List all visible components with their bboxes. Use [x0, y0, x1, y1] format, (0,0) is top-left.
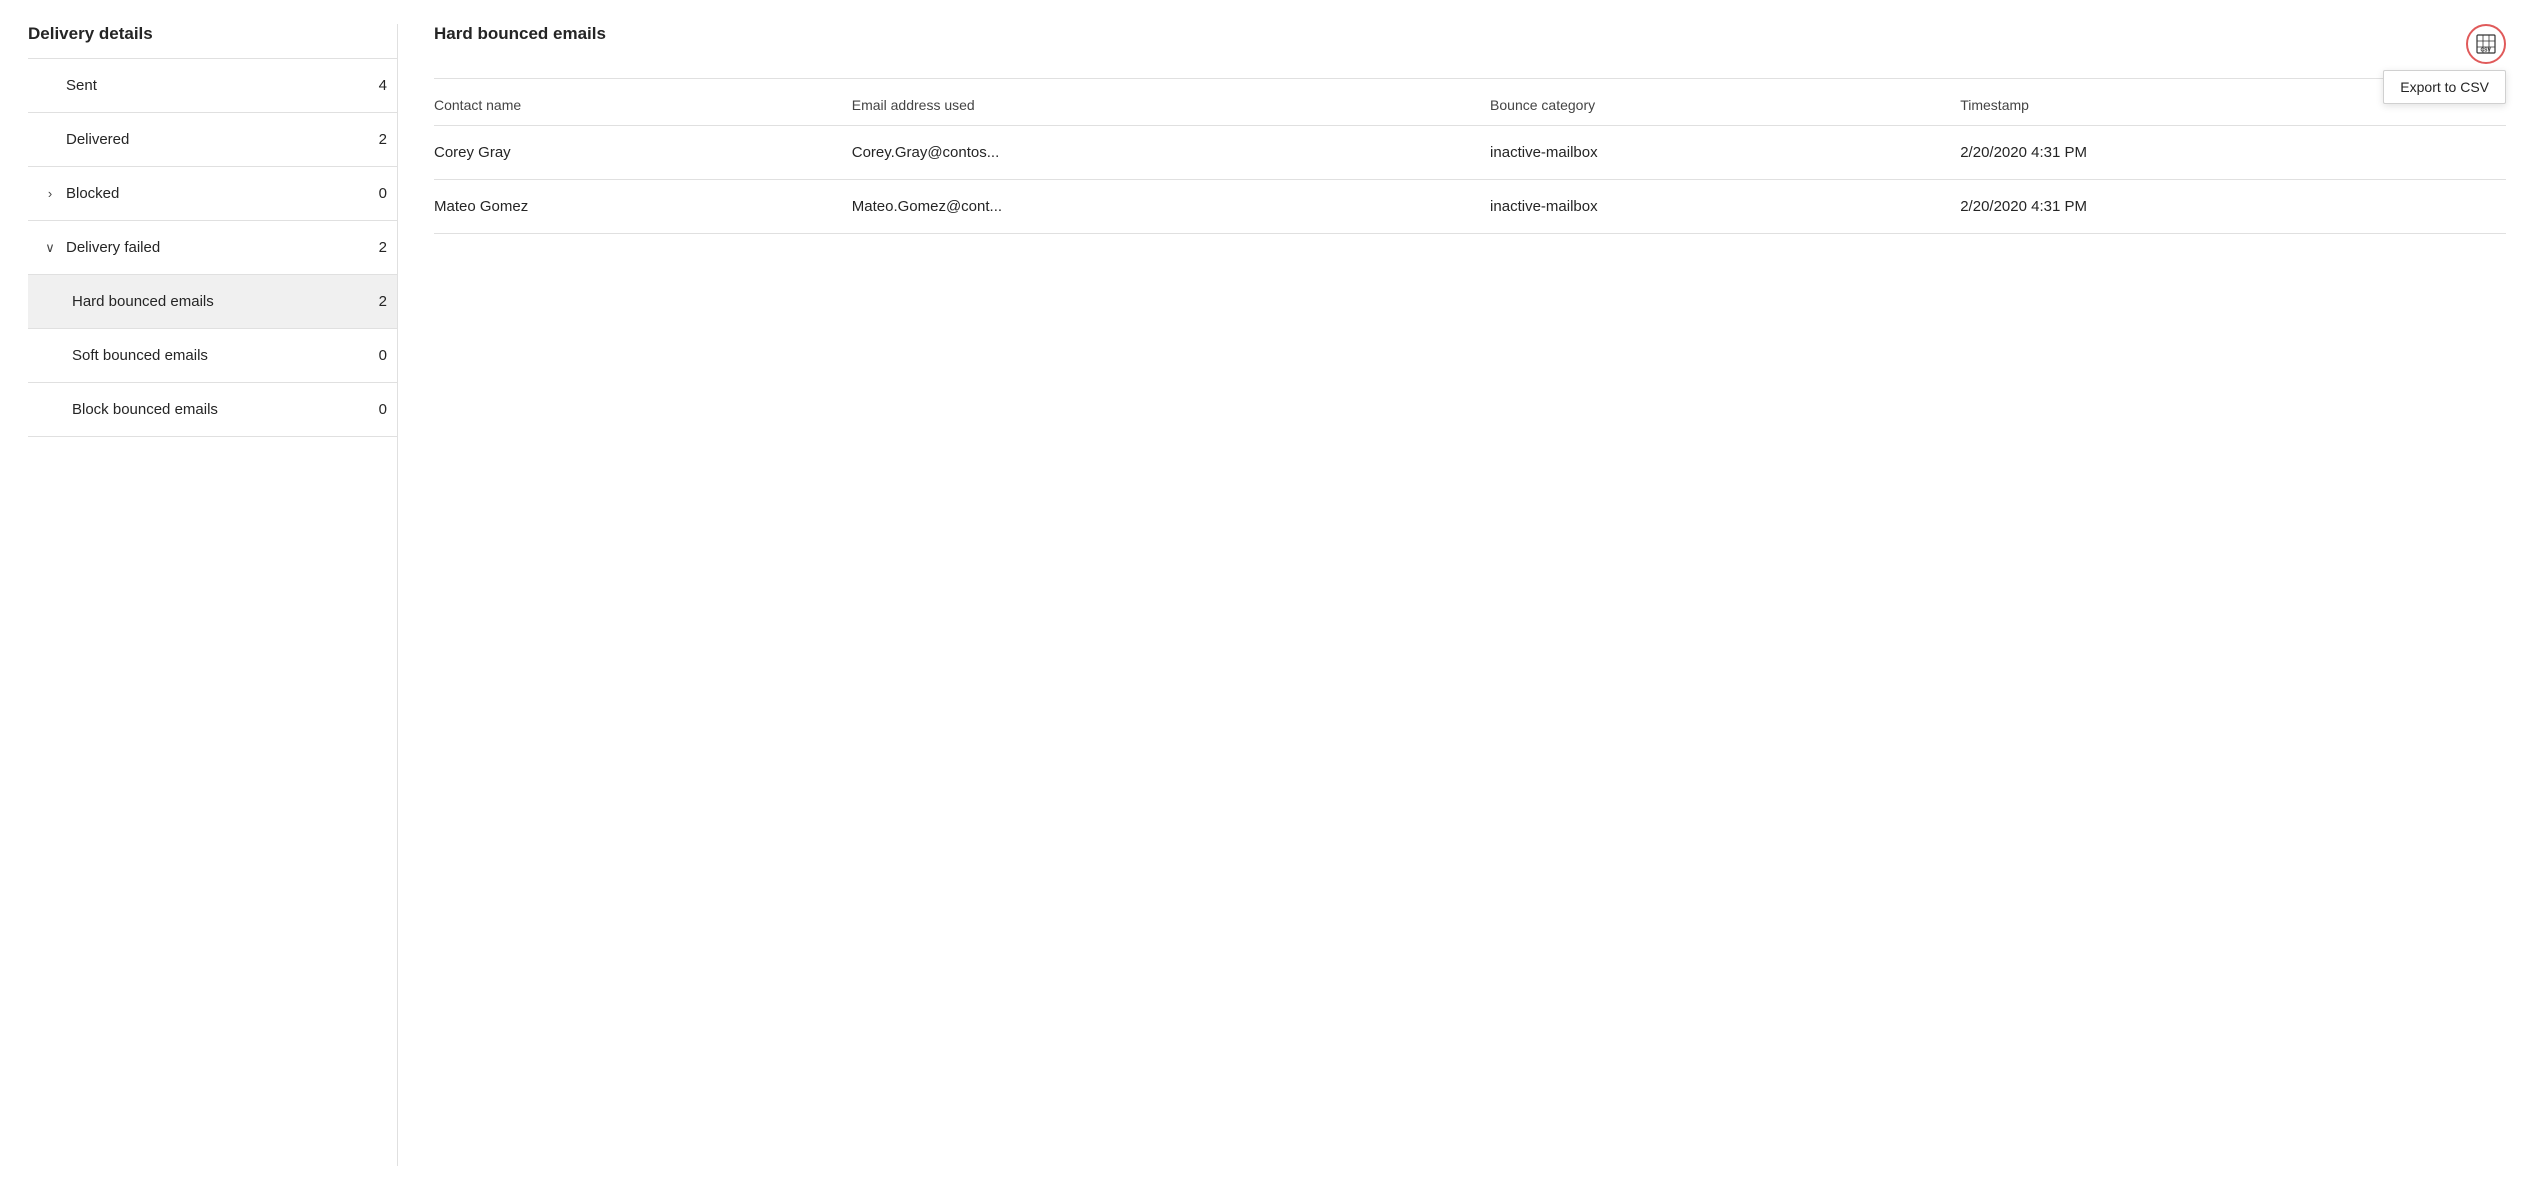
delivery-row-blocked[interactable]: ›Blocked0: [28, 167, 397, 221]
csv-icon-svg: CSV: [2476, 34, 2496, 54]
delivery-row-label-block-bounced: Block bounced emails: [72, 401, 363, 418]
delivery-row-sent[interactable]: Sent4: [28, 59, 397, 113]
cell-bounce_category-1: inactive-mailbox: [1490, 180, 1960, 234]
chevron-icon-delivery-failed[interactable]: ∨: [38, 240, 62, 256]
right-panel-header: Hard bounced emails CSV Export: [434, 24, 2506, 79]
hard-bounced-table: Contact nameEmail address usedBounce cat…: [434, 79, 2506, 234]
delivery-row-value-delivery-failed: 2: [363, 239, 387, 256]
svg-text:CSV: CSV: [2481, 48, 2492, 54]
delivery-row-hard-bounced[interactable]: Hard bounced emails2: [28, 275, 397, 329]
delivery-row-value-block-bounced: 0: [363, 401, 387, 418]
table-row: Corey GrayCorey.Gray@contos...inactive-m…: [434, 126, 2506, 180]
cell-email_address-0: Corey.Gray@contos...: [852, 126, 1490, 180]
delivery-row-value-hard-bounced: 2: [363, 293, 387, 310]
delivery-row-value-sent: 4: [363, 77, 387, 94]
delivery-row-soft-bounced[interactable]: Soft bounced emails0: [28, 329, 397, 383]
delivery-row-value-soft-bounced: 0: [363, 347, 387, 364]
delivery-row-value-delivered: 2: [363, 131, 387, 148]
cell-timestamp-0: 2/20/2020 4:31 PM: [1960, 126, 2506, 180]
delivery-row-label-blocked: Blocked: [62, 185, 363, 202]
table-row: Mateo GomezMateo.Gomez@cont...inactive-m…: [434, 180, 2506, 234]
export-area: CSV Export to CSV: [2466, 24, 2506, 64]
cell-timestamp-1: 2/20/2020 4:31 PM: [1960, 180, 2506, 234]
export-csv-button[interactable]: CSV: [2466, 24, 2506, 64]
col-header-email_address: Email address used: [852, 79, 1490, 126]
chevron-icon-blocked[interactable]: ›: [38, 186, 62, 201]
cell-email_address-1: Mateo.Gomez@cont...: [852, 180, 1490, 234]
export-icon: CSV: [2476, 34, 2496, 54]
table-header: Contact nameEmail address usedBounce cat…: [434, 79, 2506, 126]
right-panel-title: Hard bounced emails: [434, 24, 606, 44]
col-header-contact_name: Contact name: [434, 79, 852, 126]
cell-contact_name-1: Mateo Gomez: [434, 180, 852, 234]
left-panel: Delivery details Sent4Delivered2›Blocked…: [28, 24, 398, 1166]
delivery-row-label-hard-bounced: Hard bounced emails: [72, 293, 363, 310]
delivery-row-block-bounced[interactable]: Block bounced emails0: [28, 383, 397, 437]
table-body: Corey GrayCorey.Gray@contos...inactive-m…: [434, 126, 2506, 234]
delivery-row-value-blocked: 0: [363, 185, 387, 202]
delivery-row-label-sent: Sent: [62, 77, 363, 94]
delivery-rows-container: Sent4Delivered2›Blocked0∨Delivery failed…: [28, 59, 397, 437]
left-panel-title: Delivery details: [28, 24, 397, 59]
delivery-row-label-soft-bounced: Soft bounced emails: [72, 347, 363, 364]
delivery-row-label-delivered: Delivered: [62, 131, 363, 148]
col-header-bounce_category: Bounce category: [1490, 79, 1960, 126]
table-header-row: Contact nameEmail address usedBounce cat…: [434, 79, 2506, 126]
delivery-row-delivered[interactable]: Delivered2: [28, 113, 397, 167]
cell-bounce_category-0: inactive-mailbox: [1490, 126, 1960, 180]
cell-contact_name-0: Corey Gray: [434, 126, 852, 180]
right-panel: Hard bounced emails CSV Export: [398, 24, 2506, 1166]
delivery-row-label-delivery-failed: Delivery failed: [62, 239, 363, 256]
export-tooltip: Export to CSV: [2383, 70, 2506, 104]
delivery-row-delivery-failed[interactable]: ∨Delivery failed2: [28, 221, 397, 275]
